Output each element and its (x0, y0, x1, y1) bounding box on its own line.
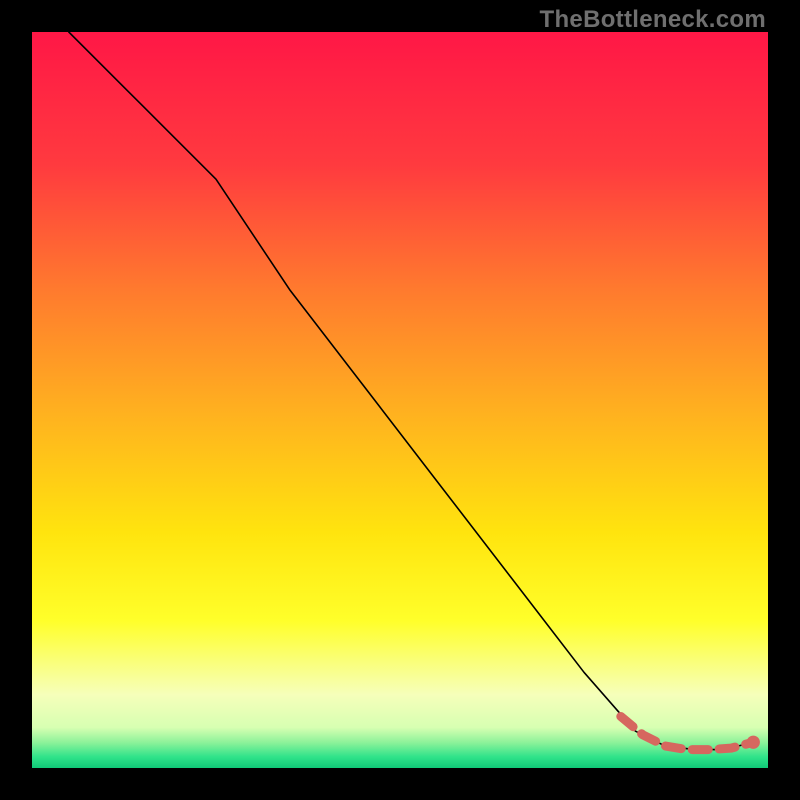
gradient-panel (32, 32, 768, 768)
watermark-text: TheBottleneck.com (540, 6, 766, 34)
points-layer (747, 736, 760, 749)
end-point (747, 736, 760, 749)
chart-plot (32, 32, 768, 768)
chart-stage: TheBottleneck.com (0, 0, 800, 800)
